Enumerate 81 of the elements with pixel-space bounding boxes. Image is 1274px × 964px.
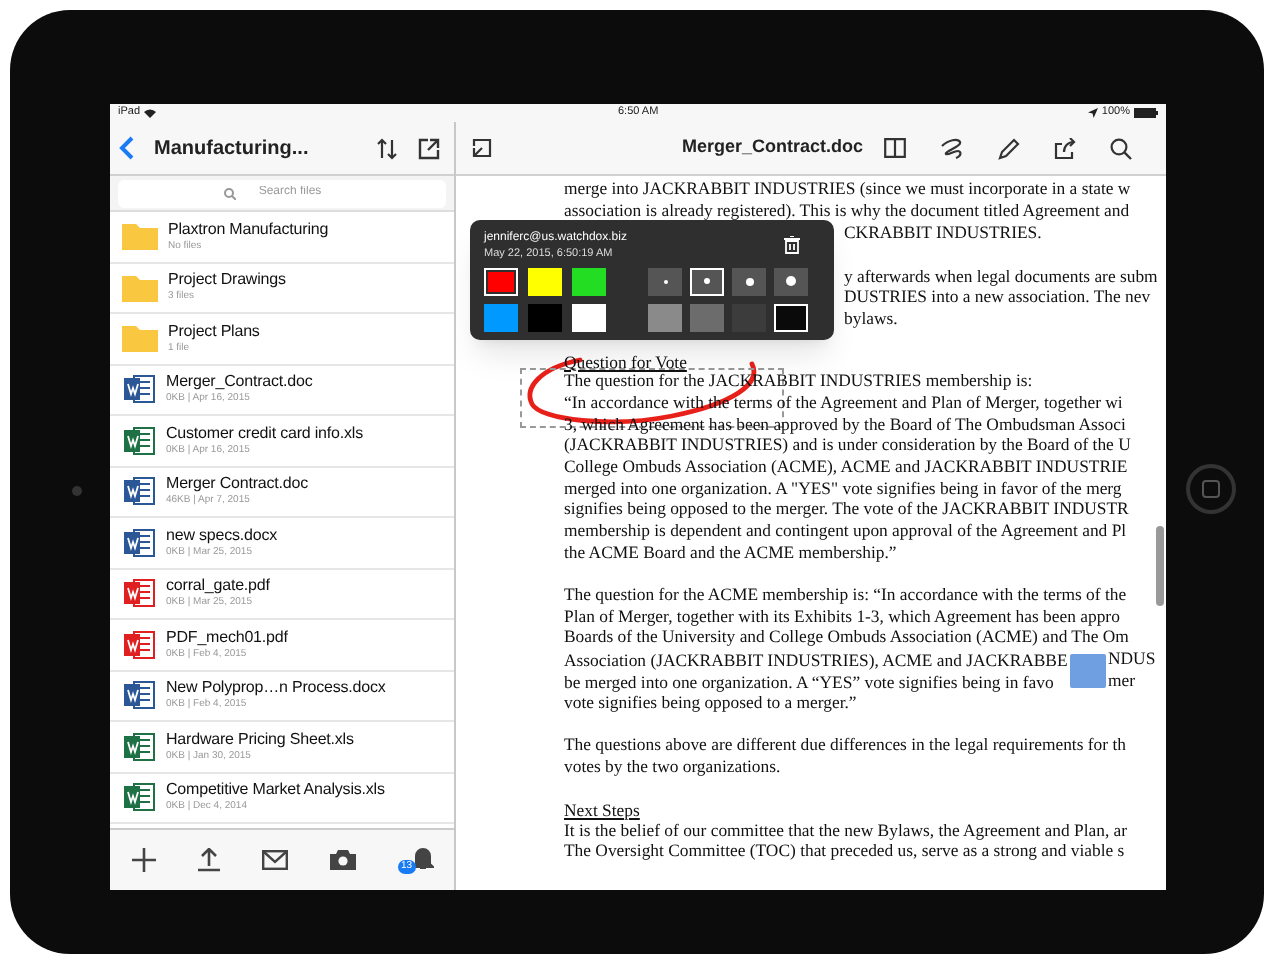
document-line: The question for the ACME membership is: “In accordance with the terms of the — [564, 584, 1129, 606]
file-name: Hardware Pricing Sheet.xls — [166, 731, 354, 748]
signature-icon[interactable] — [939, 137, 964, 159]
search-icon — [224, 187, 236, 199]
document-line: Plan of Merger, together with its Exhibits 1-3, which Agreement has been appro — [564, 605, 1122, 627]
document-line: y afterwards when legal documents are subm — [844, 265, 1158, 286]
document-line: association is already registered). This is why the document titled Agreement and — [564, 199, 1132, 221]
scroll-bar — [1156, 526, 1164, 606]
document-line: It is the belief of our committee that the new Bylaws, the Agreement and Plan, ar — [564, 819, 1130, 841]
document-line: membership is dependent and contingent upon approval of the Agreement and Pl — [564, 520, 1129, 542]
battery-icon — [1134, 108, 1158, 118]
file-name: Project Plans — [168, 323, 260, 340]
book-icon[interactable] — [883, 138, 906, 158]
file-name: PDF_mech01.pdf — [166, 629, 288, 646]
document-heading: Next Steps — [564, 799, 640, 820]
mail-icon[interactable] — [261, 850, 287, 870]
file-name: Merger Contract.doc — [166, 476, 309, 493]
upload-icon[interactable] — [197, 848, 219, 872]
document-line: NDUS — [1108, 648, 1156, 670]
drag-handle[interactable] — [1070, 654, 1106, 689]
document-line: College Ombuds Association (ACME), ACME and JACKRABBIT INDUSTRIE — [564, 455, 1130, 478]
file-name: Customer credit card info.xls — [166, 425, 363, 442]
document-line: “In accordance with the terms of the Agreement and Plan of Merger, together wi — [564, 391, 1125, 414]
color-swatch[interactable] — [484, 267, 518, 295]
document-line: signifies being opposed to the merger. The vote of the JACKRABBIT INDUSTR — [564, 498, 1131, 520]
document-line: Association (JACKRABBIT INDUSTRIES), ACME and JACKRABBE — [564, 650, 1068, 671]
document-line: (JACKRABBIT INDUSTRIES) and is under consideration by the Board of the U — [564, 434, 1133, 456]
color-swatch[interactable] — [572, 267, 606, 295]
location-icon — [1087, 108, 1098, 118]
color-swatch[interactable] — [484, 303, 518, 331]
document-heading: Question for Vote — [564, 351, 687, 371]
pencil-icon[interactable] — [997, 137, 1020, 159]
word-document-icon — [124, 476, 156, 507]
document-line: mer — [1108, 669, 1136, 691]
word-document-icon — [124, 527, 156, 558]
plus-icon[interactable] — [131, 848, 155, 872]
document-line: the ACME Board and the ACME membership.” — [564, 541, 899, 563]
file-name: New Polyprop…n Process.docx — [166, 680, 386, 697]
share-icon[interactable] — [1053, 137, 1076, 159]
document-line: Boards of the University and College Ombuds Association (ACME) and The Om — [564, 626, 1131, 649]
color-swatch[interactable] — [528, 267, 562, 295]
line-width-option[interactable] — [774, 267, 808, 295]
line-width-option[interactable] — [690, 267, 724, 295]
wifi-icon — [144, 108, 157, 118]
home-button[interactable] — [1186, 464, 1236, 514]
document-line: CKRABBIT INDUSTRIES. — [844, 222, 1042, 243]
file-name: Merger_Contract.doc — [166, 374, 313, 391]
folder-icon — [122, 324, 158, 353]
file-name: corral_gate.pdf — [166, 578, 270, 595]
file-name: Competitive Market Analysis.xls — [166, 782, 385, 799]
camera-icon[interactable] — [329, 850, 355, 870]
document-line: merged into one organization. A "YES" vote signifies being in favor of the merg — [564, 477, 1124, 499]
document-line: The Oversight Committee (TOC) that preceded us, serve as a strong and viable s — [564, 840, 1127, 862]
color-swatch[interactable] — [528, 303, 562, 331]
search-icon[interactable] — [1109, 137, 1132, 159]
folder-title: Manufacturing... — [154, 135, 309, 163]
color-swatch[interactable] — [572, 303, 606, 331]
trash-icon[interactable] — [784, 236, 800, 254]
sort-icon[interactable] — [376, 137, 398, 159]
document-line: vote signifies being opposed to a merger.” — [564, 691, 859, 713]
opacity-option[interactable] — [774, 303, 808, 331]
back-icon[interactable] — [118, 136, 134, 160]
collapse-icon[interactable] — [472, 138, 492, 158]
folder-icon — [122, 222, 158, 251]
front-camera — [72, 486, 82, 496]
word-document-icon — [124, 374, 156, 405]
bell-icon — [411, 846, 433, 870]
document-line: be merged into one organization. A “YES” vote signifies being in favo — [564, 671, 1054, 692]
document-title: Merger_Contract.doc — [682, 134, 864, 161]
document-line: DUSTRIES into a new association. The nev — [844, 286, 1151, 307]
file-name: Project Drawings — [168, 272, 286, 289]
folder-icon — [122, 273, 158, 302]
document-line: votes by the two organizations. — [564, 755, 783, 777]
word-document-icon — [124, 680, 156, 711]
document-line: bylaws. — [844, 308, 898, 329]
line-width-option[interactable] — [732, 267, 766, 295]
document-line: The questions above are different due differences in the legal requirements for th — [564, 733, 1128, 756]
file-name: new specs.docx — [166, 527, 278, 544]
file-name: Plaxtron Manufacturing — [168, 221, 329, 238]
open-external-icon[interactable] — [418, 137, 440, 159]
document-line: merge into JACKRABBIT INDUSTRIES (since we must incorporate in a state w — [564, 178, 1133, 200]
